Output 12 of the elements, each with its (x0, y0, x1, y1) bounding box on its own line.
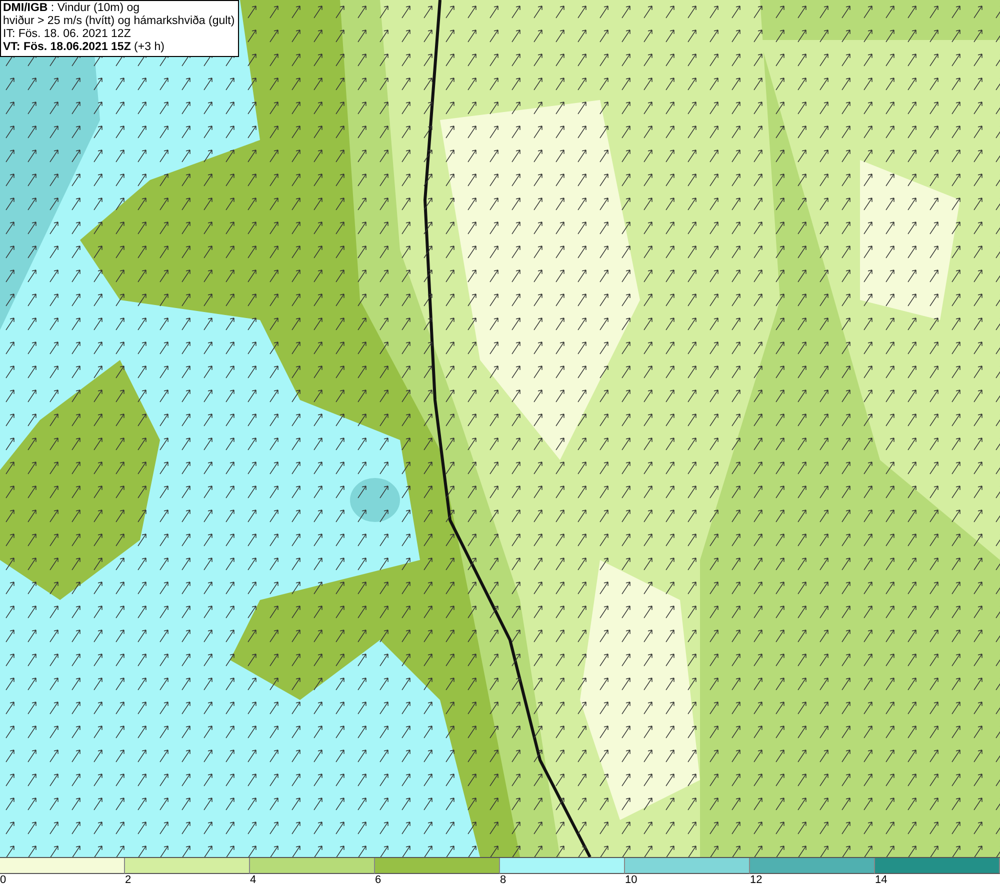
info-text: VT: Fös. 18.06.2021 15Z (+3 h) (3, 41, 166, 54)
info-text: IT: Fös. 18. 06. 2021 12Z (3, 28, 132, 41)
scale-label: 10 (625, 874, 638, 886)
scale-label: 2 (125, 874, 132, 886)
scale-label: 14 (875, 874, 888, 886)
scale-label: 6 (375, 874, 382, 886)
scale-label: 8 (500, 874, 506, 886)
scale-label: 12 (750, 874, 762, 886)
scale-label: 4 (250, 874, 256, 886)
info-text: hviður > 25 m/s (hvítt) og hámarkshviða (gult) (3, 15, 235, 28)
info-text: DMI/IGB : Vindur (10m) og (3, 2, 141, 15)
scale-label: 0 (0, 874, 6, 886)
